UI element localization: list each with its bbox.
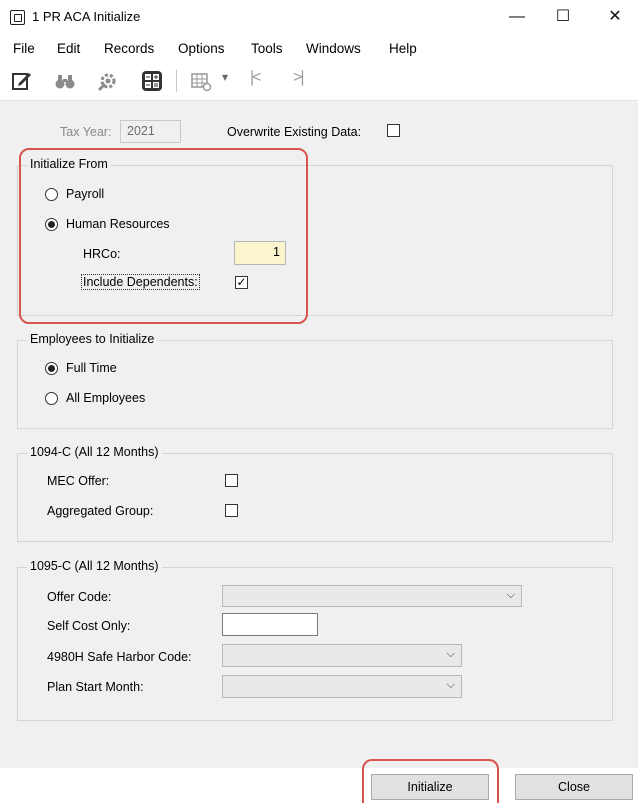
overwrite-existing-checkbox[interactable] [387, 124, 400, 137]
plan-start-month-label: Plan Start Month: [47, 680, 144, 694]
offer-code-label: Offer Code: [47, 590, 112, 604]
tax-year-field: 2021 [120, 120, 181, 143]
menu-records[interactable]: Records [104, 41, 154, 56]
all-employees-label: All Employees [66, 391, 146, 405]
employees-to-initialize-group [17, 340, 613, 429]
menu-edit[interactable]: Edit [57, 41, 80, 56]
self-cost-only-label: Self Cost Only: [47, 619, 131, 633]
safe-harbor-code-label: 4980H Safe Harbor Code: [47, 650, 192, 664]
first-record-icon[interactable]: |< [250, 69, 261, 87]
app-icon [10, 10, 25, 25]
highlight-initialize-from [19, 148, 308, 324]
plan-start-month-select[interactable]: ⌵ [222, 675, 462, 698]
aggregated-group-label: Aggregated Group: [47, 504, 154, 518]
calculator-icon[interactable] [139, 68, 165, 94]
close-window-button[interactable]: ✕ [592, 0, 638, 36]
dropdown-arrow-icon[interactable]: ▾ [222, 70, 228, 84]
menu-tools[interactable]: Tools [251, 41, 283, 56]
form-1094c-group [17, 453, 613, 542]
mec-offer-label: MEC Offer: [47, 474, 110, 488]
form-1095c-legend: 1095-C (All 12 Months) [27, 559, 162, 573]
toolbar-separator [176, 70, 177, 92]
maximize-button[interactable]: ☐ [540, 0, 586, 36]
offer-code-select[interactable]: ⌵ [222, 585, 522, 607]
overwrite-existing-label: Overwrite Existing Data: [227, 125, 362, 139]
wrench-gear-icon[interactable] [95, 68, 121, 94]
full-time-label: Full Time [66, 361, 117, 375]
grid-settings-icon[interactable] [188, 68, 214, 94]
employees-to-initialize-legend: Employees to Initialize [27, 332, 158, 346]
mec-offer-checkbox[interactable] [225, 474, 238, 487]
close-button[interactable]: Close [515, 774, 633, 800]
full-time-radio[interactable] [45, 362, 58, 375]
last-record-icon[interactable]: >| [293, 69, 304, 87]
highlight-initialize-button [362, 759, 499, 803]
all-employees-radio[interactable] [45, 392, 58, 405]
menu-windows[interactable]: Windows [306, 41, 361, 56]
window-title: 1 PR ACA Initialize [32, 9, 141, 24]
minimize-button[interactable]: — [494, 0, 540, 36]
edit-icon[interactable] [9, 68, 35, 94]
tax-year-label: Tax Year: [60, 125, 112, 139]
form-1094c-legend: 1094-C (All 12 Months) [27, 445, 162, 459]
menu-file[interactable]: File [13, 41, 35, 56]
menu-options[interactable]: Options [178, 41, 225, 56]
safe-harbor-code-select[interactable]: ⌵ [222, 644, 462, 667]
chevron-down-icon: ⌵ [446, 679, 455, 691]
menu-help[interactable]: Help [389, 41, 417, 56]
self-cost-only-input[interactable] [222, 613, 318, 636]
chevron-down-icon: ⌵ [506, 589, 515, 601]
chevron-down-icon: ⌵ [446, 648, 455, 660]
aggregated-group-checkbox[interactable] [225, 504, 238, 517]
binoculars-icon[interactable] [52, 68, 78, 94]
